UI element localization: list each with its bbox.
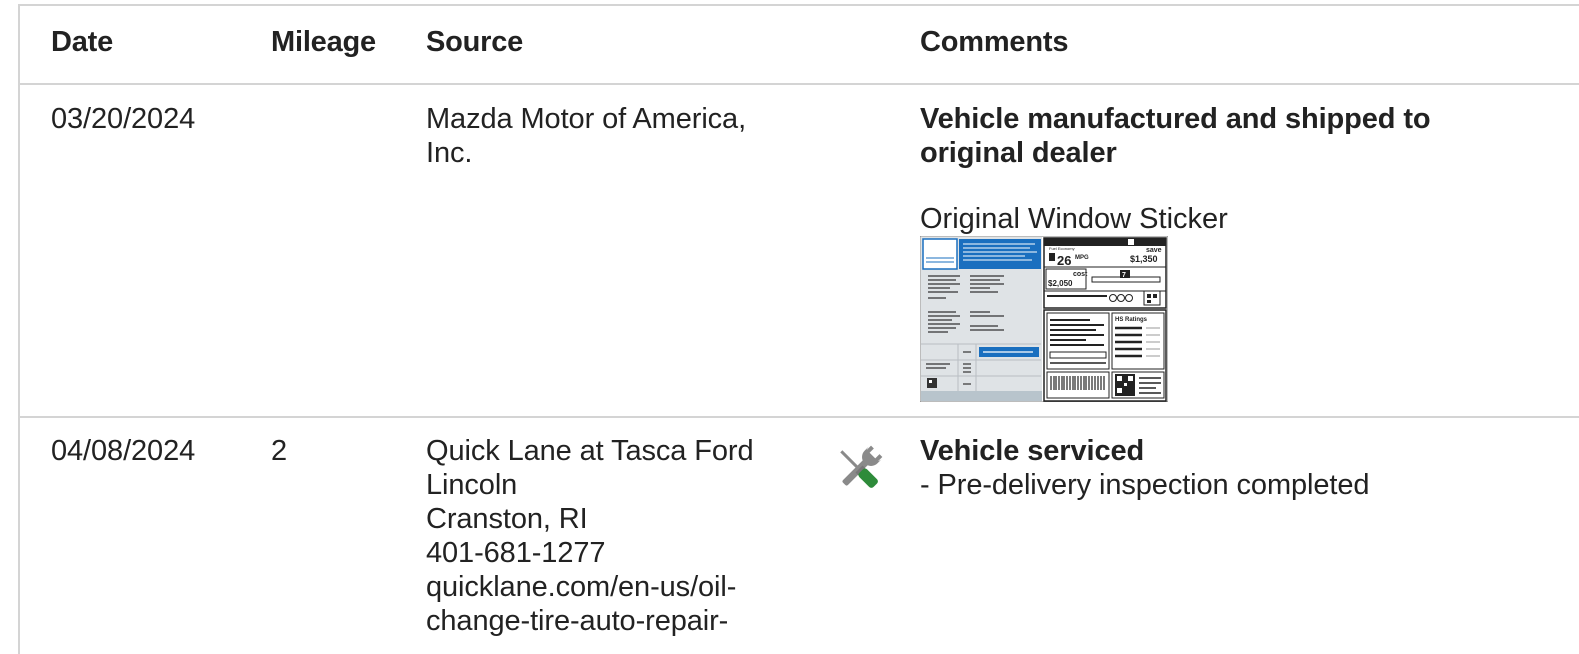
source-line: Mazda Motor of America, bbox=[426, 103, 747, 135]
comment-title-line: Vehicle manufactured and shipped to bbox=[920, 103, 1431, 135]
row-source: Quick Lane at Tasca Ford Lincoln Cransto… bbox=[426, 434, 754, 638]
source-line: Cranston, RI bbox=[426, 503, 588, 535]
svg-text:$1,350: $1,350 bbox=[1130, 254, 1158, 264]
comment-detail: - Pre-delivery inspection completed bbox=[920, 469, 1370, 501]
source-link[interactable]: quicklane.com/en-us/oil- bbox=[426, 570, 754, 604]
row-divider bbox=[20, 416, 1579, 418]
source-line: Inc. bbox=[426, 137, 473, 169]
header-comments: Comments bbox=[920, 26, 1069, 58]
service-wrench-screwdriver-icon bbox=[832, 442, 886, 496]
svg-text:Fuel Economy: Fuel Economy bbox=[1049, 246, 1075, 251]
window-sticker-thumbnail[interactable]: Fuel Economy 26 MPG save $1,350 cost $2,… bbox=[919, 235, 1169, 403]
svg-text:cost: cost bbox=[1073, 271, 1088, 278]
header-divider bbox=[20, 83, 1579, 85]
window-sticker-link[interactable]: Original Window Sticker bbox=[920, 202, 1228, 236]
row-date: 03/20/2024 bbox=[51, 103, 196, 135]
svg-text:HS Ratings: HS Ratings bbox=[1115, 317, 1148, 323]
row-date: 04/08/2024 bbox=[51, 435, 196, 467]
comment-title: Vehicle manufactured and shipped to orig… bbox=[920, 102, 1431, 170]
comment-title: Vehicle serviced bbox=[920, 435, 1145, 467]
vehicle-history-table: Date Mileage Source Comments 03/20/2024 … bbox=[18, 4, 1579, 654]
source-line: Quick Lane at Tasca Ford bbox=[426, 435, 754, 467]
svg-text:MPG: MPG bbox=[1075, 255, 1089, 261]
svg-text:7: 7 bbox=[1122, 272, 1126, 279]
header-date: Date bbox=[51, 26, 114, 58]
svg-text:save: save bbox=[1146, 247, 1162, 254]
svg-text:26: 26 bbox=[1057, 253, 1071, 268]
source-line: 401-681-1277 bbox=[426, 537, 606, 569]
header-mileage: Mileage bbox=[271, 26, 376, 58]
svg-text:$2,050: $2,050 bbox=[1048, 279, 1073, 288]
row-mileage: 2 bbox=[271, 435, 288, 467]
source-link[interactable]: change-tire-auto-repair- bbox=[426, 604, 754, 638]
comment-title-line: original dealer bbox=[920, 137, 1117, 169]
row-source: Mazda Motor of America, Inc. bbox=[426, 102, 746, 170]
header-source: Source bbox=[426, 26, 524, 58]
source-line: Lincoln bbox=[426, 469, 518, 501]
